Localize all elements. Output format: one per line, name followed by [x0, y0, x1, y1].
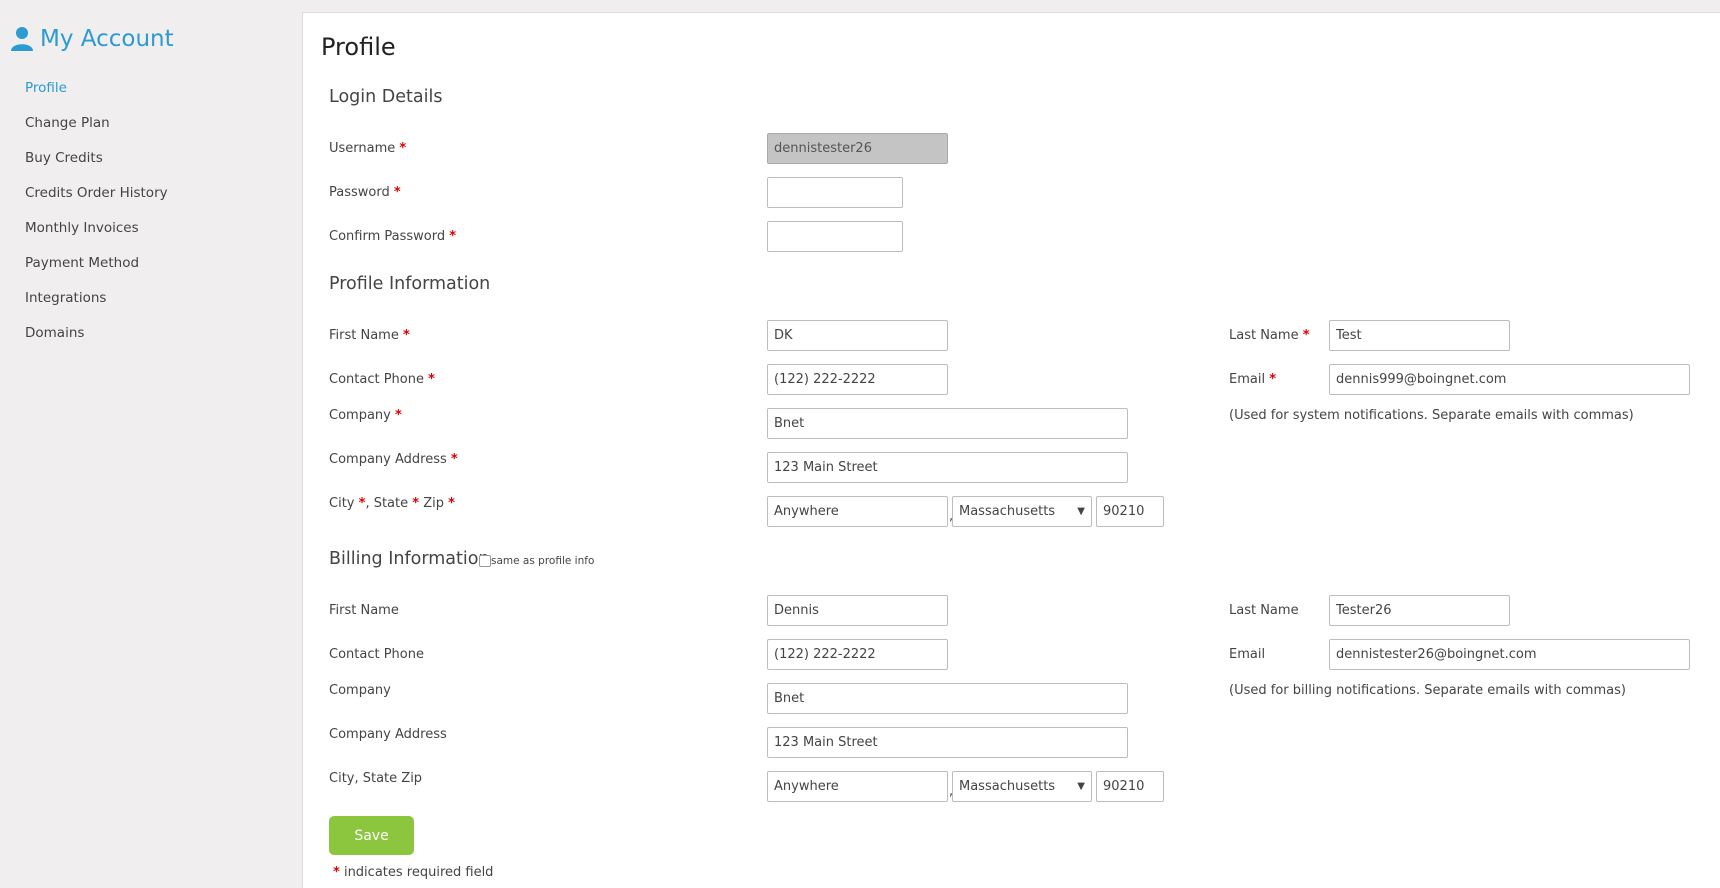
password-input[interactable] — [767, 177, 903, 208]
caret-down-icon: ▼ — [1077, 781, 1085, 792]
billing-email-note: (Used for billing notifications. Separat… — [1229, 683, 1626, 698]
sidebar-title: My Account — [10, 26, 174, 52]
profile-city-input[interactable] — [767, 496, 948, 527]
caret-down-icon: ▼ — [1077, 506, 1085, 517]
profile-address-input[interactable] — [767, 452, 1128, 483]
profile-phone-label: Contact Phone * — [329, 372, 435, 387]
main-panel: Profile Login Details Username * Passwor… — [302, 12, 1720, 888]
save-button[interactable]: Save — [329, 816, 414, 855]
billing-phone-input[interactable] — [767, 639, 948, 670]
profile-information-heading: Profile Information — [329, 274, 491, 294]
sidebar-title-text: My Account — [40, 26, 174, 52]
billing-city-state-zip-label: City, State Zip — [329, 771, 423, 786]
password-label: Password * — [329, 185, 401, 200]
same-as-profile-label: same as profile info — [491, 555, 595, 567]
sidebar-item-integrations[interactable]: Integrations — [25, 290, 168, 325]
billing-zip-input[interactable] — [1096, 771, 1164, 802]
sidebar-item-buy-credits[interactable]: Buy Credits — [25, 150, 168, 185]
confirm-password-label: Confirm Password * — [329, 229, 457, 244]
profile-address-label: Company Address * — [329, 452, 458, 467]
profile-company-label: Company * — [329, 408, 402, 423]
billing-company-label: Company — [329, 683, 391, 698]
sidebar-nav: Profile Change Plan Buy Credits Credits … — [25, 80, 168, 360]
sidebar-item-change-plan[interactable]: Change Plan — [25, 115, 168, 150]
username-input[interactable] — [767, 133, 948, 164]
sidebar-item-payment-method[interactable]: Payment Method — [25, 255, 168, 290]
billing-address-label: Company Address — [329, 727, 447, 742]
profile-email-label: Email * — [1229, 372, 1277, 387]
billing-address-input[interactable] — [767, 727, 1128, 758]
user-icon — [10, 26, 34, 52]
billing-city-input[interactable] — [767, 771, 948, 802]
profile-company-input[interactable] — [767, 408, 1128, 439]
confirm-password-input[interactable] — [767, 221, 903, 252]
billing-last-name-label: Last Name — [1229, 603, 1299, 618]
profile-email-input[interactable] — [1329, 364, 1690, 395]
username-label: Username * — [329, 141, 407, 156]
profile-first-name-label: First Name * — [329, 328, 410, 343]
profile-state-select[interactable]: Massachusetts ▼ — [952, 496, 1092, 527]
profile-city-state-zip-label: City *, State * Zip * — [329, 496, 455, 511]
page-title: Profile — [321, 33, 396, 61]
profile-email-note: (Used for system notifications. Separate… — [1229, 408, 1634, 423]
sidebar: My Account Profile Change Plan Buy Credi… — [0, 0, 302, 887]
profile-zip-input[interactable] — [1096, 496, 1164, 527]
sidebar-item-profile[interactable]: Profile — [25, 80, 168, 115]
billing-phone-label: Contact Phone — [329, 647, 424, 662]
billing-first-name-input[interactable] — [767, 595, 948, 626]
profile-state-value: Massachusetts — [959, 504, 1056, 519]
billing-company-input[interactable] — [767, 683, 1128, 714]
sidebar-item-credits-order-history[interactable]: Credits Order History — [25, 185, 168, 220]
profile-phone-input[interactable] — [767, 364, 948, 395]
login-details-heading: Login Details — [329, 87, 443, 107]
billing-information-heading: Billing Information — [329, 549, 490, 569]
profile-last-name-input[interactable] — [1329, 320, 1510, 351]
billing-first-name-label: First Name — [329, 603, 399, 618]
sidebar-item-monthly-invoices[interactable]: Monthly Invoices — [25, 220, 168, 255]
billing-state-value: Massachusetts — [959, 779, 1056, 794]
billing-last-name-input[interactable] — [1329, 595, 1510, 626]
same-as-profile-checkbox[interactable] — [479, 555, 491, 567]
billing-email-label: Email — [1229, 647, 1266, 662]
billing-state-select[interactable]: Massachusetts ▼ — [952, 771, 1092, 802]
profile-last-name-label: Last Name * — [1229, 328, 1310, 343]
required-footnote: * indicates required field — [333, 865, 494, 880]
billing-email-input[interactable] — [1329, 639, 1690, 670]
sidebar-item-domains[interactable]: Domains — [25, 325, 168, 360]
profile-first-name-input[interactable] — [767, 320, 948, 351]
